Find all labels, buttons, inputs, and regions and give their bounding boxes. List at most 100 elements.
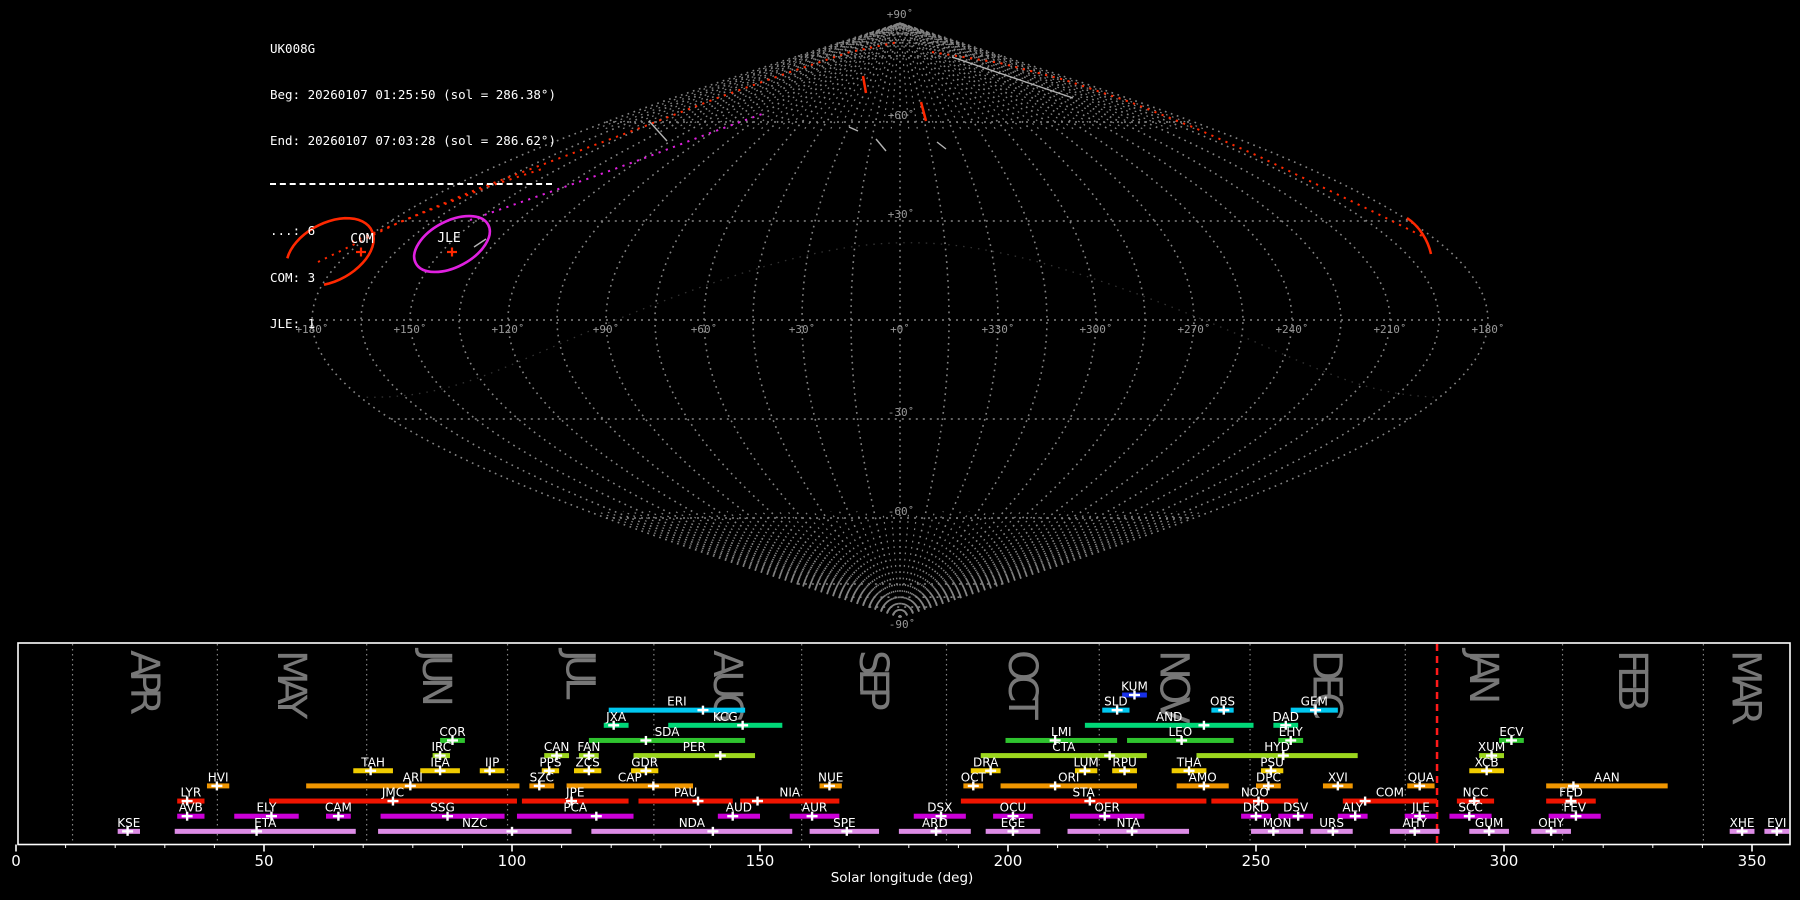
shower-label-urs: URS bbox=[1319, 816, 1344, 830]
sky-grid-polar-meridian bbox=[890, 511, 901, 618]
sky-grid-polar-meridian bbox=[899, 511, 910, 618]
shower-label-zcs: ZCS bbox=[576, 755, 600, 769]
meteor-mark-red bbox=[861, 75, 868, 94]
shower-label-aur: AUR bbox=[802, 801, 827, 815]
count-value: 6 bbox=[307, 223, 316, 239]
sky-grid-polar-meridian bbox=[778, 510, 901, 618]
sky-grid-polar-meridian bbox=[899, 510, 1022, 618]
shower-label-psu: PSU bbox=[1260, 755, 1284, 769]
shower-label-ely: ELY bbox=[256, 801, 277, 815]
station-code: UK008G bbox=[270, 40, 316, 56]
longitude-label: +0˚ bbox=[890, 323, 910, 336]
sky-grid-polar-meridian bbox=[735, 510, 901, 618]
shower-label-eri: ERI bbox=[667, 695, 686, 709]
shower-label-ori: ORI bbox=[1058, 770, 1079, 784]
shower-label-cap: CAP bbox=[618, 770, 642, 784]
shower-label-pps: PPS bbox=[539, 755, 561, 769]
info-panel: UK008G Beg: 20260107 01:25:50 (sol = 286… bbox=[270, 10, 556, 347]
x-axis: 0 50 100 150 200 250 300 350 Solar longitude (de… bbox=[11, 844, 1766, 886]
count-label: ... bbox=[270, 223, 293, 239]
peak-marker-nda bbox=[707, 826, 719, 836]
row-magenta: AVB ELY CAM SSG PCA AUD AUR DSX OCU OER DKD DSV ALY J… bbox=[177, 801, 1601, 821]
longitude-label: +30˚ bbox=[789, 323, 816, 336]
meteor-trail-gray bbox=[648, 120, 668, 142]
pole-label-north: +90˚ bbox=[887, 8, 914, 21]
sky-grid-polar-meridian bbox=[899, 22, 1013, 130]
shower-label-qua: QUA bbox=[1408, 770, 1435, 784]
sky-grid-meridian bbox=[899, 22, 1342, 618]
month-label-oct: OCT bbox=[999, 650, 1045, 720]
x-tick-label-250: 250 bbox=[1242, 852, 1271, 870]
shower-label-hvi: HVI bbox=[208, 770, 229, 784]
x-tick-label-0: 0 bbox=[11, 852, 21, 870]
shower-label-aan: AAN bbox=[1594, 770, 1620, 784]
sky-grid-polar-meridian bbox=[899, 510, 1169, 618]
shower-label-irc: IRC bbox=[431, 740, 451, 754]
session-end: End: 20260107 07:03:28 (sol = 286.62°) bbox=[270, 133, 556, 149]
shower-label-pau: PAU bbox=[674, 786, 697, 800]
shower-label-cta: CTA bbox=[1052, 740, 1076, 754]
sky-grid-polar-meridian bbox=[899, 22, 1126, 130]
separator-dashed-line bbox=[270, 183, 552, 186]
sky-grid-polar-meridian bbox=[899, 511, 936, 618]
shower-label-lyr: LYR bbox=[180, 786, 201, 800]
count-value: 1 bbox=[307, 315, 316, 331]
shower-label-ssg: SSG bbox=[430, 801, 455, 815]
shower-label-dsv: DSV bbox=[1283, 801, 1309, 815]
sky-grid-polar-meridian bbox=[899, 510, 1126, 618]
x-axis-title: Solar longitude (deg) bbox=[831, 870, 974, 886]
latitude-label: -30˚ bbox=[888, 406, 915, 419]
latitude-label: +60˚ bbox=[888, 109, 915, 122]
count-row-com: COM: 3 bbox=[270, 269, 316, 285]
x-tick-label-200: 200 bbox=[994, 852, 1023, 870]
pole-label-south: -90˚ bbox=[889, 618, 916, 631]
sky-grid-polar-meridian bbox=[899, 510, 1152, 618]
shower-label-mon: MON bbox=[1263, 816, 1292, 830]
sky-grid-polar-meridian bbox=[899, 510, 1195, 618]
sky-grid-polar-meridian bbox=[812, 511, 901, 618]
sky-grid-polar-meridian bbox=[899, 510, 1065, 618]
x-tick-label-100: 100 bbox=[498, 852, 527, 870]
meteor-trail-gray bbox=[936, 141, 947, 150]
shower-label-dsx: DSX bbox=[927, 801, 952, 815]
shower-label-kcg: KCG bbox=[713, 710, 738, 724]
x-tick-label-50: 50 bbox=[254, 852, 273, 870]
sky-grid-polar-meridian bbox=[631, 510, 901, 618]
shower-label-obs: OBS bbox=[1210, 695, 1235, 709]
month-label-feb: FEB bbox=[1609, 650, 1655, 709]
longitude-label: +60˚ bbox=[691, 323, 718, 336]
sky-grid-polar-meridian bbox=[899, 511, 988, 618]
latitude-label: -60˚ bbox=[888, 505, 915, 518]
shower-label-kse: KSE bbox=[117, 816, 140, 830]
row-green: COR SDA LMI LEO EHY ECV bbox=[439, 725, 1524, 745]
shower-label-and: AND bbox=[1156, 710, 1182, 724]
count-row-unclassified: ...: 6 bbox=[270, 223, 316, 239]
session-beg: Beg: 20260107 01:25:50 (sol = 286.38°) bbox=[270, 87, 556, 103]
shower-label-per: PER bbox=[683, 740, 706, 754]
sky-grid-polar-meridian bbox=[899, 511, 996, 618]
peak-marker-nia bbox=[752, 796, 764, 806]
shower-label-sda: SDA bbox=[655, 725, 681, 739]
x-tick-label-150: 150 bbox=[746, 852, 775, 870]
shower-label-oer: OER bbox=[1095, 801, 1120, 815]
latitude-label: +30˚ bbox=[888, 208, 915, 221]
shower-label-aud: AUD bbox=[726, 801, 752, 815]
longitude-label: +270˚ bbox=[1177, 323, 1210, 336]
peak-marker-nzc bbox=[506, 826, 518, 836]
longitude-label: +300˚ bbox=[1079, 323, 1112, 336]
shower-label-com: COM bbox=[1376, 786, 1404, 800]
shower-label-noo: NOO bbox=[1241, 786, 1269, 800]
sky-grid-polar-meridian bbox=[674, 510, 901, 618]
shower-label-ari: ARI bbox=[403, 770, 423, 784]
sky-grid-polar-meridian bbox=[674, 22, 901, 130]
peak-marker-cap bbox=[647, 781, 659, 791]
month-label-apr: APR bbox=[121, 650, 167, 714]
shower-label-nue: NUE bbox=[818, 770, 843, 784]
sky-grid-polar-meridian bbox=[882, 511, 901, 618]
meteor-trail-red bbox=[931, 51, 1423, 237]
shower-label-szc: SZC bbox=[530, 770, 554, 784]
sky-grid-polar-meridian bbox=[864, 511, 901, 618]
longitude-label: +330˚ bbox=[981, 323, 1014, 336]
shower-label-gem: GEM bbox=[1301, 695, 1328, 709]
shower-label-jxa: JXA bbox=[605, 710, 627, 724]
